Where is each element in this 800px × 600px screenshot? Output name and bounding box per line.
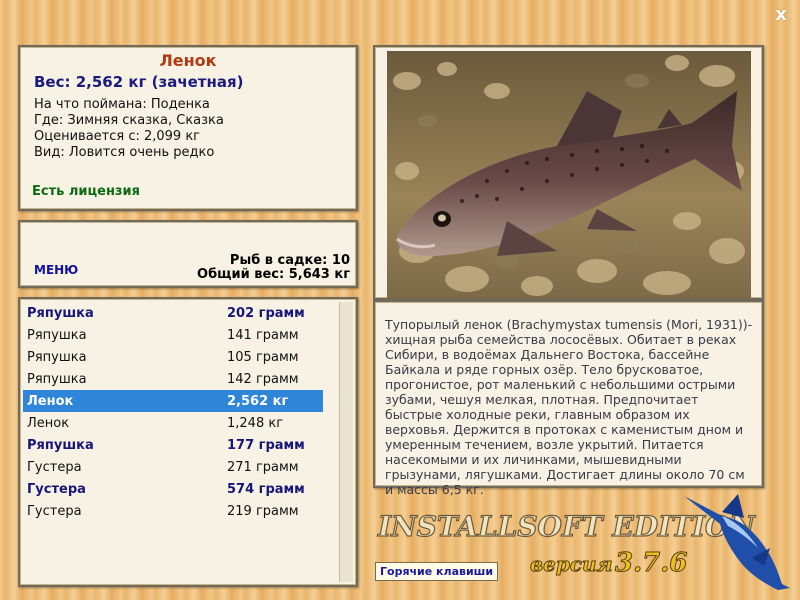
fish-name: Густера	[27, 482, 86, 497]
catch-list-item[interactable]: Густера 574 грамм	[23, 478, 323, 500]
catch-list-item[interactable]: Ряпушка 142 грамм	[23, 368, 323, 390]
fish-photo	[387, 51, 751, 299]
menu-button[interactable]: МЕНЮ	[34, 263, 78, 277]
catch-list-item[interactable]: Ряпушка 177 грамм	[23, 434, 323, 456]
fish-weight-value: 271 грамм	[227, 460, 299, 475]
fish-weight-value: 219 грамм	[227, 504, 299, 519]
fish-weight-value: 142 грамм	[227, 372, 299, 387]
fish-weight-value: 202 грамм	[227, 306, 305, 321]
rarity-info: Вид: Ловится очень редко	[34, 145, 215, 160]
fish-info-panel: Ленок Вес: 2,562 кг (зачетная) На что по…	[18, 45, 358, 211]
marlin-logo-icon	[684, 494, 790, 590]
fish-title: Ленок	[159, 51, 217, 70]
fish-image-panel	[373, 45, 764, 300]
catch-list-item-selected[interactable]: Ленок 2,562 кг	[23, 390, 323, 412]
list-scrollbar[interactable]	[339, 302, 353, 582]
fish-name: Ряпушка	[27, 350, 87, 365]
hotkeys-button[interactable]: Горячие клавиши	[375, 562, 499, 581]
fish-name: Ленок	[27, 394, 74, 409]
location-info: Где: Зимняя сказка, Сказка	[34, 113, 224, 128]
valuation-info: Оценивается с: 2,099 кг	[34, 129, 201, 144]
fish-name: Густера	[27, 460, 82, 475]
fish-name: Ряпушка	[27, 372, 87, 387]
catch-list-item[interactable]: Густера 271 грамм	[23, 456, 323, 478]
version-number: 3.7.6	[614, 548, 688, 579]
fish-weight-value: 177 грамм	[227, 438, 305, 453]
fish-weight-value: 141 грамм	[227, 328, 299, 343]
fish-weight: Вес: 2,562 кг (зачетная)	[34, 73, 244, 91]
total-weight: Общий вес: 5,643 кг	[197, 267, 350, 282]
catch-list: Ряпушка 202 грамм Ряпушка 141 грамм Ряпушка 1…	[18, 297, 358, 587]
catch-list-item[interactable]: Ряпушка 202 грамм	[23, 302, 323, 324]
catch-list-item[interactable]: Густера 219 грамм	[23, 500, 323, 522]
close-button[interactable]: x	[772, 6, 790, 24]
fish-name: Густера	[27, 504, 82, 519]
fish-weight-value: 574 грамм	[227, 482, 305, 497]
fish-weight-value: 2,562 кг	[227, 394, 289, 409]
fish-name: Ряпушка	[27, 328, 87, 343]
fish-name: Ленок	[27, 416, 70, 431]
description-panel: Тупорылый ленок (Brachymystax tumensis (…	[373, 300, 764, 497]
fish-weight-value: 105 грамм	[227, 350, 299, 365]
fish-name: Ряпушка	[27, 306, 94, 321]
fish-weight-value: 1,248 кг	[227, 416, 284, 431]
bait-info: На что поймана: Поденка	[34, 97, 210, 112]
catch-list-item[interactable]: Ряпушка 141 грамм	[23, 324, 323, 346]
version-label: версия	[529, 552, 613, 577]
menu-panel: МЕНЮ Рыб в садке: 10 Общий вес: 5,643 кг	[18, 220, 358, 288]
fish-description: Тупорылый ленок (Brachymystax tumensis (…	[385, 317, 753, 497]
catch-list-item[interactable]: Ленок 1,248 кг	[23, 412, 323, 434]
license-status: Есть лицензия	[32, 184, 140, 199]
cage-count: Рыб в садке: 10	[229, 253, 350, 268]
catch-list-item[interactable]: Ряпушка 105 грамм	[23, 346, 323, 368]
fish-name: Ряпушка	[27, 438, 94, 453]
